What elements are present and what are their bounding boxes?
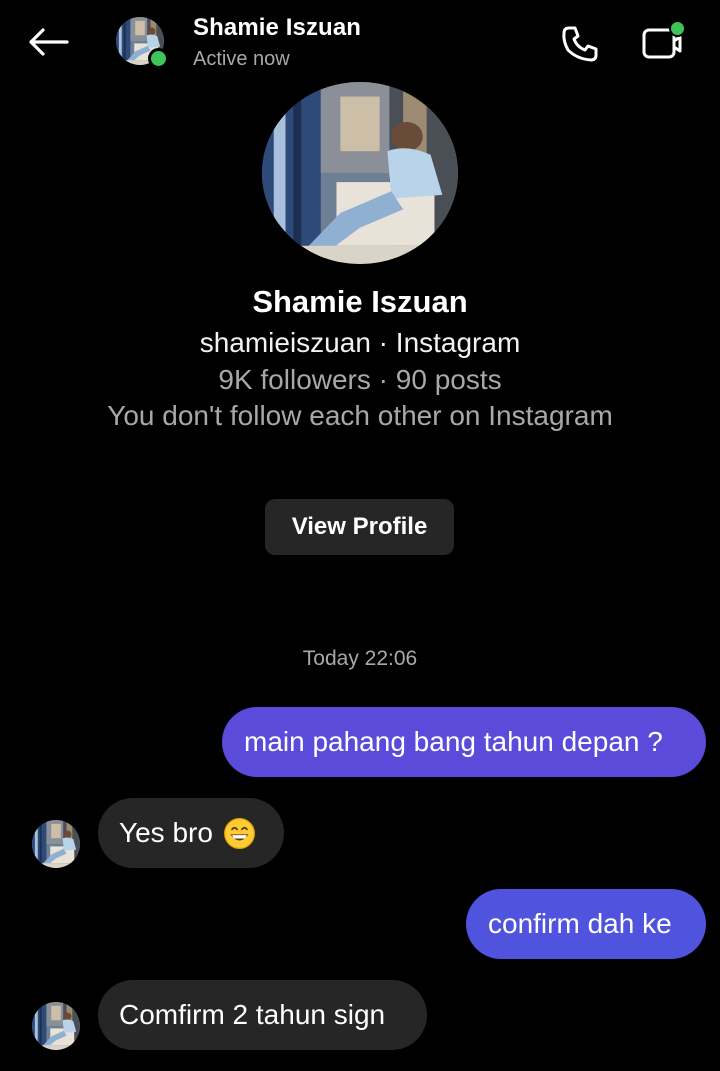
message-text: main pahang bang tahun depan ?: [244, 726, 663, 757]
contact-name[interactable]: Shamie Iszuan: [193, 14, 361, 42]
active-status: Active now: [193, 48, 290, 70]
message-text: Comfirm 2 tahun sign: [119, 999, 386, 1030]
header-avatar[interactable]: [116, 17, 169, 69]
audio-call-button[interactable]: [556, 20, 604, 68]
phone-icon: [562, 26, 598, 62]
profile-photo[interactable]: [262, 82, 458, 264]
video-status-dot: [669, 20, 686, 37]
profile-handle: shamieiszuan · Instagram: [199, 327, 521, 358]
sender-avatar[interactable]: [32, 820, 80, 868]
online-status-dot: [148, 48, 169, 69]
back-button[interactable]: [22, 22, 74, 62]
chat-header: Shamie Iszuan Active now: [0, 0, 720, 88]
received-message[interactable]: Yes bro: [98, 798, 284, 868]
received-message[interactable]: Comfirm 2 tahun sign: [98, 980, 427, 1050]
message-text: Yes bro: [119, 817, 213, 848]
arrow-left-icon: [29, 28, 69, 56]
message-timestamp: Today 22:06: [302, 647, 418, 670]
sent-message[interactable]: main pahang bang tahun depan ?: [222, 707, 706, 777]
grinning-face-emoji-icon: [223, 817, 255, 849]
video-call-button[interactable]: [636, 18, 688, 66]
sender-avatar[interactable]: [32, 1002, 80, 1050]
message-text: confirm dah ke: [488, 908, 672, 939]
sent-message[interactable]: confirm dah ke: [466, 889, 706, 959]
follow-status: You don't follow each other on Instagram: [107, 400, 613, 431]
profile-stats: 9K followers · 90 posts: [218, 364, 502, 395]
profile-name: Shamie Iszuan: [252, 284, 468, 319]
view-profile-button[interactable]: View Profile: [265, 499, 454, 555]
